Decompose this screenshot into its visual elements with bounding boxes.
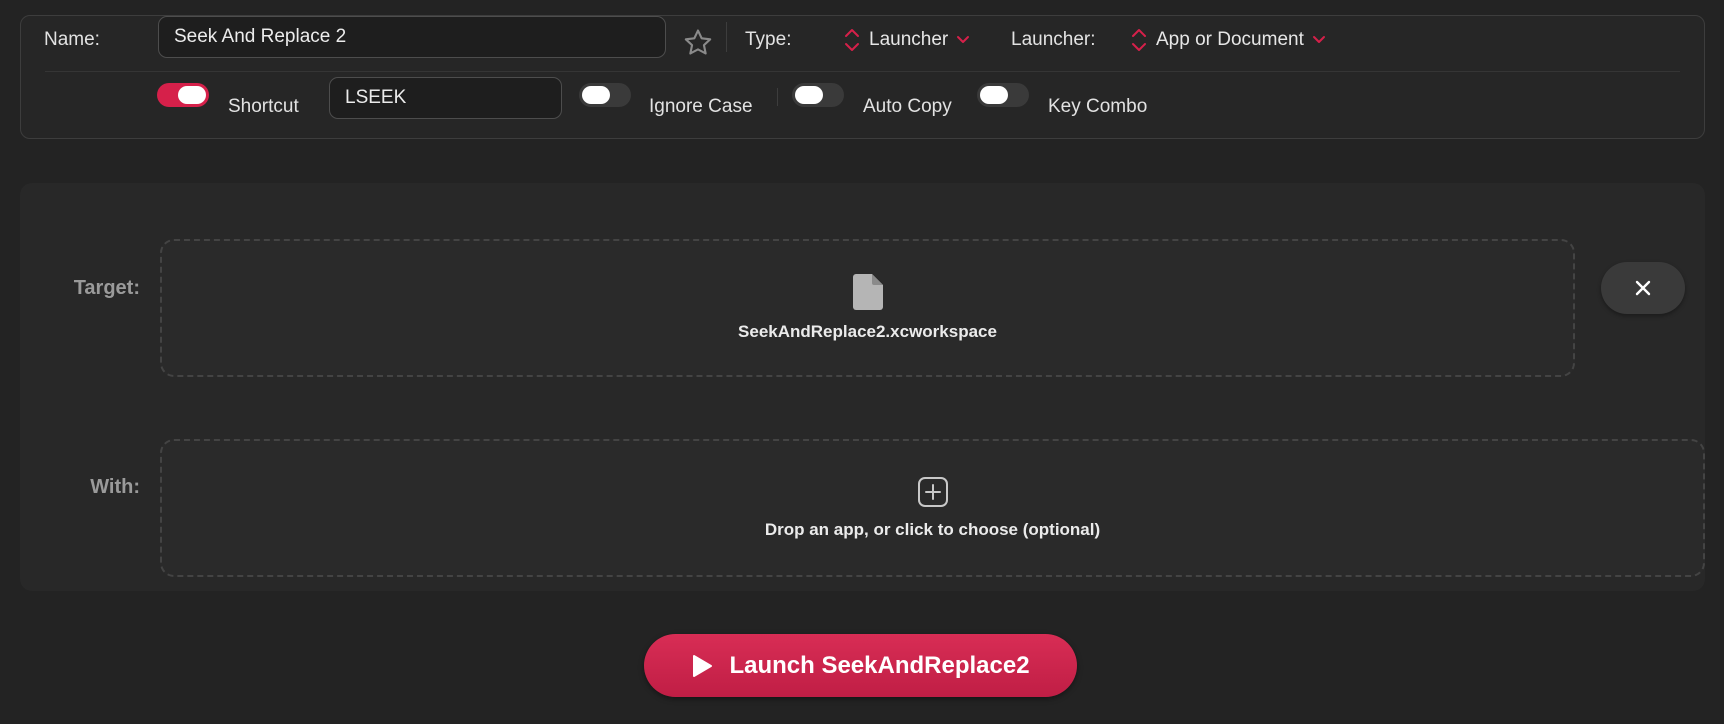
shortcut-label: Shortcut — [228, 96, 299, 117]
updown-arrows-icon — [845, 29, 859, 51]
favorite-star-icon[interactable] — [681, 26, 715, 60]
key-combo-label: Key Combo — [1048, 96, 1148, 117]
chevron-down-icon — [957, 36, 970, 43]
target-drop-zone[interactable]: SeekAndReplace2.xcworkspace — [160, 239, 1575, 377]
name-label: Name: — [44, 29, 100, 50]
target-file-name: SeekAndReplace2.xcworkspace — [738, 322, 997, 341]
with-label: With: — [90, 476, 140, 498]
target-label: Target: — [73, 277, 140, 299]
plus-square-icon — [917, 477, 948, 507]
key-combo-toggle[interactable] — [977, 83, 1029, 107]
target-panel: Target: SeekAndReplace2.xcworkspace With… — [20, 183, 1705, 591]
shortcut-toggle[interactable] — [157, 83, 209, 107]
chevron-down-icon — [1312, 36, 1325, 43]
settings-panel: Name: Seek And Replace 2 Type: Launcher … — [20, 15, 1705, 139]
document-icon — [852, 274, 883, 310]
auto-copy-toggle[interactable] — [792, 83, 844, 107]
launcher-popup[interactable]: App or Document — [1128, 24, 1326, 56]
launcher-popup-value: App or Document — [1156, 29, 1304, 50]
shortcut-field[interactable]: LSEEK — [329, 77, 562, 119]
type-popup-value: Launcher — [869, 29, 949, 50]
name-field[interactable]: Seek And Replace 2 — [158, 16, 666, 58]
play-icon — [693, 654, 713, 677]
clear-target-button[interactable] — [1601, 262, 1685, 314]
row-divider — [45, 71, 1680, 72]
close-icon — [1635, 280, 1651, 296]
divider — [726, 22, 727, 52]
launcher-label: Launcher: — [1011, 29, 1096, 50]
ignore-case-toggle[interactable] — [579, 83, 631, 107]
auto-copy-label: Auto Copy — [863, 96, 952, 117]
with-placeholder: Drop an app, or click to choose (optiona… — [764, 520, 1101, 539]
type-label: Type: — [745, 29, 792, 50]
divider — [777, 88, 778, 106]
ignore-case-label: Ignore Case — [649, 96, 753, 117]
with-drop-zone[interactable]: Drop an app, or click to choose (optiona… — [160, 439, 1705, 577]
type-popup[interactable]: Launcher — [841, 24, 970, 56]
updown-arrows-icon — [1132, 29, 1146, 51]
launch-button[interactable]: Launch SeekAndReplace2 — [644, 634, 1077, 697]
launch-button-label: Launch SeekAndReplace2 — [729, 651, 1030, 679]
